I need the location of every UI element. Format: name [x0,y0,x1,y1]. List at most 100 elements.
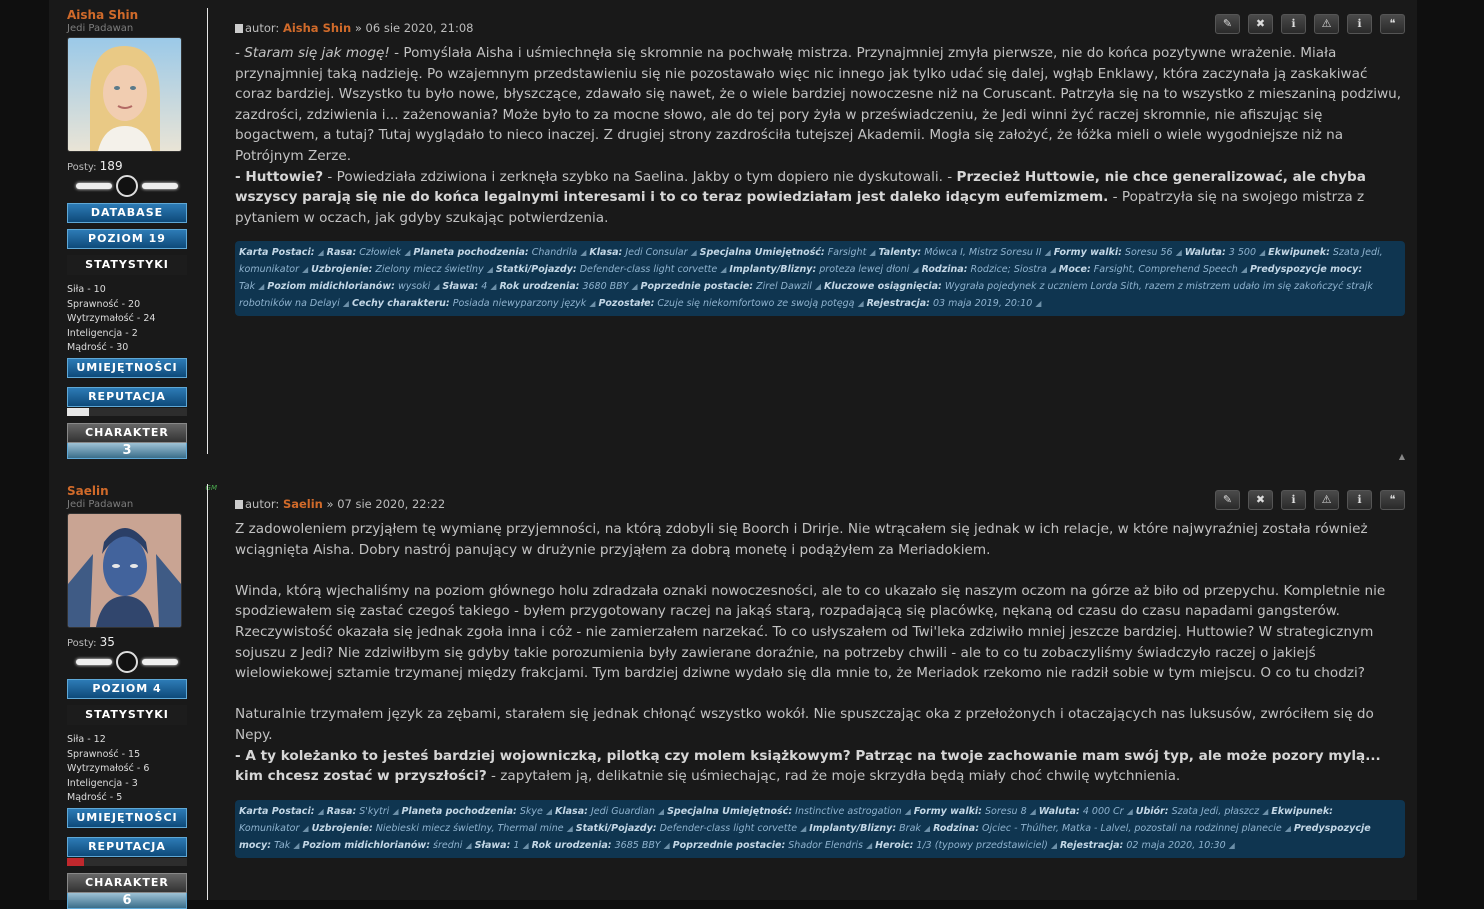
sheet-field-label: Rasa: [326,805,357,817]
quote-icon[interactable]: ❝ [1380,490,1405,510]
sheet-field-label: Talenty: [878,247,922,259]
warn-icon[interactable]: ℹ [1347,14,1372,34]
sheet-field: Sława: 4 ◢ [442,281,499,292]
info-icon[interactable]: ℹ [1281,14,1306,34]
post-text-segment: - Huttowie? [235,168,324,185]
sheet-field-label: Ubiór: [1135,805,1169,817]
skills-button[interactable]: UMIEJĘTNOŚCI [67,357,187,378]
sheet-field-label: Formy walki: [913,805,982,817]
character-sheet: Karta Postaci: ◢ Rasa: Człowiek ◢ Planeta po… [235,241,1405,317]
sheet-separator-icon: ◢ [317,806,324,816]
skills-button[interactable]: UMIEJĘTNOŚCI [67,807,187,828]
avatar[interactable] [67,513,182,628]
delete-icon[interactable]: ✖ [1248,490,1273,510]
sheet-field-value: 1/3 (typowy przedstawiciel) [913,839,1048,851]
level-button[interactable]: POZIOM 4 [67,679,187,699]
author-link[interactable]: Saelin [283,497,323,511]
sheet-separator-icon: ◢ [1044,248,1051,258]
username-link[interactable]: Aisha Shin [67,8,207,22]
edit-icon[interactable]: ✎ [1215,490,1240,510]
sheet-field-label: Implanty/Blizny: [809,822,897,834]
sheet-field: Planeta pochodzenia: Chandrila ◢ [413,247,589,258]
sheet-field-label: Pozostałe: [598,298,655,310]
attribute: Sprawność - 15 [67,748,141,760]
attributes-list: Siła - 10 Sprawność - 20 Wytrzymałość - … [67,283,207,356]
sheet-field-value: Zielony miecz świetlny [372,264,484,276]
back-to-top-icon[interactable]: ▲ [1399,452,1405,461]
sheet-separator-icon: ◢ [545,806,553,816]
sheet-field-label: Statki/Pojazdy: [495,264,577,276]
character-button[interactable]: CHARAKTER [67,872,187,893]
info-icon[interactable]: ℹ [1281,490,1306,510]
sheet-field-label: Karta Postaci: [239,805,315,817]
sheet-separator-icon: ◢ [631,282,638,292]
sheet-separator-icon: ◢ [433,282,440,292]
sheet-separator-icon: ◢ [404,248,411,258]
attribute: Inteligencja - 2 [67,327,138,339]
edit-icon[interactable]: ✎ [1215,14,1240,34]
sheet-field-value: Farsight [824,247,867,259]
sheet-field-value: 3 500 [1225,247,1256,259]
reputation-button[interactable]: REPUTACJA [67,836,187,857]
sheet-field: Rodzina: Rodzice; Siostra ◢ [922,264,1059,275]
sheet-field: Planeta pochodzenia: Skye ◢ [401,806,555,817]
sheet-separator-icon: ◢ [1240,265,1247,275]
attribute: Siła - 10 [67,284,106,295]
sheet-field-label: Klasa: [589,247,623,259]
sheet-field: Poprzednie postacie: Shador Elendris ◢ [673,840,875,851]
warn-icon[interactable]: ℹ [1347,490,1372,510]
post-actions: ✎ ✖ ℹ ⚠ ℹ ❝ [1215,14,1405,34]
sheet-field-value: Jedi Consular [622,247,688,259]
sheet-field-value: 03 maja 2019, 20:10 [929,298,1033,310]
sheet-field-label: Specjalna Umiejętność: [667,805,793,817]
delete-icon[interactable]: ✖ [1248,14,1273,34]
sheet-field-label: Sława: [442,281,479,293]
sheet-field-label: Moce: [1058,264,1091,276]
sheet-field: Specjalna Umiejętność: Instinctive astro… [667,806,914,817]
sheet-separator-icon: ◢ [1050,840,1057,850]
sheet-field: Rejestracja: 03 maja 2019, 20:10 ◢ [867,298,1045,309]
report-icon[interactable]: ⚠ [1314,490,1339,510]
avatar[interactable] [67,37,182,152]
username-link[interactable]: Saelin [67,484,207,498]
sheet-field: Rasa: Człowiek ◢ [327,247,414,258]
sheet-separator-icon: ◢ [302,265,309,275]
sheet-field-value: 3685 BBY [611,839,661,851]
reputation-fill [67,857,84,866]
sheet-separator-icon: ◢ [720,265,727,275]
sheet-separator-icon: ◢ [1035,299,1042,309]
sheet-field-value: Soresu 56 [1121,247,1173,259]
level-button[interactable]: POZIOM 19 [67,229,187,249]
sheet-field-label: Implanty/Blizny: [729,264,817,276]
sheet-separator-icon: ◢ [317,248,324,258]
sheet-field-value: Niebieski miecz świetlny, Thermal mine [372,822,564,834]
sheet-field-label: Rodzina: [933,822,979,834]
sheet-field-value: Shador Elendris [785,839,863,851]
post-content: autor: Saelin » 07 sie 2020, 22:22 ✎ ✖ ℹ ⚠ ℹ… [235,490,1405,858]
reputation-button[interactable]: REPUTACJA [67,386,187,407]
sheet-separator-icon: ◢ [1284,823,1291,833]
character-button[interactable]: CHARAKTER [67,422,187,443]
sheet-separator-icon: ◢ [923,823,931,833]
post-actions: ✎ ✖ ℹ ⚠ ℹ ❝ [1215,490,1405,510]
sheet-field-label: Ekwipunek: [1268,247,1330,259]
sheet-field-value: Defender-class light corvette [656,822,798,834]
stats-button[interactable]: STATYSTYKI [67,255,187,275]
database-button[interactable]: DATABASE [67,203,187,223]
stats-button[interactable]: STATYSTYKI [67,705,187,725]
quote-icon[interactable]: ❝ [1380,14,1405,34]
sheet-field-label: Planeta pochodzenia: [413,247,529,259]
sheet-field-value: Posiada niewyparzony język [449,298,587,310]
attribute: Mądrość - 30 [67,342,129,353]
sheet-separator-icon: ◢ [1228,840,1235,850]
profile-divider [207,8,208,454]
sheet-separator-icon: ◢ [657,806,665,816]
sheet-field-value: Komunikator [239,822,300,834]
sheet-field-label: Poziom midichlorianów: [267,281,395,293]
sheet-field-label: Rok urodzenia: [531,839,612,851]
report-icon[interactable]: ⚠ [1314,14,1339,34]
character-value: 6 [67,892,187,909]
sheet-separator-icon: ◢ [814,282,821,292]
author-link[interactable]: Aisha Shin [283,21,351,35]
sheet-field-value: Mówca I, Mistrz Soresu II [921,247,1042,259]
